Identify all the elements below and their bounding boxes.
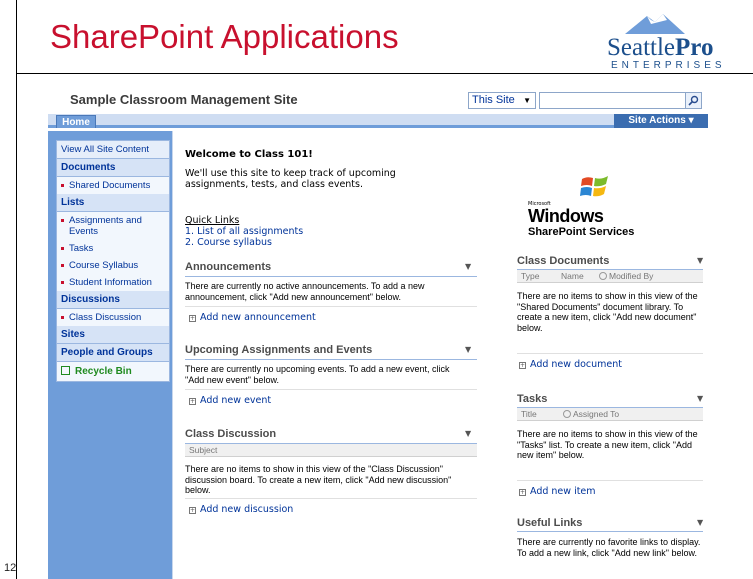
add-icon: + — [189, 315, 196, 322]
main-content: Welcome to Class 101! We'll use this sit… — [172, 131, 708, 579]
search-scope-select[interactable]: This Site ▼ — [468, 92, 536, 109]
ql-item-assignments-events[interactable]: Assignments and Events — [57, 212, 169, 240]
ql-item-course-syllabus[interactable]: Course Syllabus — [57, 257, 169, 274]
ql-heading-people-groups[interactable]: People and Groups — [57, 344, 169, 362]
tasks-title[interactable]: Tasks — [517, 393, 547, 405]
ql-item-student-information[interactable]: Student Information — [57, 274, 169, 291]
add-icon: + — [519, 362, 526, 369]
events-title[interactable]: Upcoming Assignments and Events — [185, 344, 372, 356]
events-menu-icon[interactable]: ▼ — [465, 345, 471, 354]
class-discussion-title[interactable]: Class Discussion — [185, 428, 276, 440]
announcements-separator — [185, 306, 477, 307]
view-all-site-content-link[interactable]: View All Site Content — [57, 141, 169, 159]
add-icon: + — [519, 489, 526, 496]
ql-heading-sites[interactable]: Sites — [57, 326, 169, 344]
logo-wordmark: SeattlePro — [607, 34, 714, 61]
ql-heading-discussions[interactable]: Discussions — [57, 291, 169, 309]
welcome-title: Welcome to Class 101! — [185, 149, 313, 160]
add-new-document-link[interactable]: + Add new document — [519, 359, 622, 370]
class-documents-text: There are no items to show in this view … — [517, 291, 698, 333]
recycle-bin-icon — [61, 366, 70, 375]
add-new-discussion-link[interactable]: + Add new discussion — [189, 504, 293, 515]
class-documents-menu-icon[interactable]: ▼ — [697, 256, 703, 265]
column-header-type[interactable]: Type — [521, 270, 539, 283]
class-discussion-separator — [185, 498, 477, 499]
link-course-syllabus[interactable]: 2. Course syllabus — [185, 237, 272, 248]
ql-heading-documents[interactable]: Documents — [57, 159, 169, 177]
site-title[interactable]: Sample Classroom Management Site — [70, 92, 298, 107]
sharepoint-screenshot: Sample Classroom Management Site This Si… — [48, 88, 708, 579]
add-icon: + — [189, 398, 196, 405]
tasks-text: There are no items to show in this view … — [517, 429, 698, 460]
tasks-menu-icon[interactable]: ▼ — [697, 394, 703, 403]
class-discussion-text: There are no items to show in this view … — [185, 464, 452, 495]
modified-by-header[interactable]: Modified By — [599, 270, 653, 283]
left-column: View All Site Content Documents Shared D… — [48, 131, 172, 579]
class-discussion-menu-icon[interactable]: ▼ — [465, 429, 471, 438]
search-button[interactable] — [685, 92, 702, 109]
windows-flag-icon — [580, 176, 608, 197]
recycle-bin-link[interactable]: Recycle Bin — [57, 362, 169, 381]
tasks-separator — [517, 480, 703, 481]
column-header-name[interactable]: Name — [561, 270, 584, 283]
quick-launch: View All Site Content Documents Shared D… — [56, 140, 170, 382]
link-list-of-assignments[interactable]: 1. List of all assignments — [185, 226, 303, 237]
class-documents-separator — [517, 353, 703, 354]
announcements-menu-icon[interactable]: ▼ — [465, 262, 471, 271]
events-text: There are currently no upcoming events. … — [185, 364, 450, 385]
logo-subtitle: ENTERPRISES — [611, 60, 726, 71]
useful-links-text: There are currently no favorite links to… — [517, 537, 701, 558]
windows-sharepoint-services-logo: Microsoft Windows SharePoint Services — [523, 171, 653, 251]
column-type-circle-icon — [563, 410, 571, 418]
tab-home[interactable]: Home — [56, 115, 96, 128]
windows-label: Windows — [528, 206, 604, 226]
dropdown-arrow-icon: ▼ — [523, 96, 531, 105]
search-icon — [688, 95, 699, 106]
ql-heading-lists[interactable]: Lists — [57, 194, 169, 212]
useful-links-title[interactable]: Useful Links — [517, 517, 582, 529]
class-documents-title[interactable]: Class Documents — [517, 255, 609, 267]
slide-header: SharePoint Applications SeattlePro ENTER… — [17, 0, 753, 74]
column-header-subject[interactable]: Subject — [185, 444, 477, 457]
sharepoint-services-label: SharePoint Services — [528, 226, 635, 238]
ql-item-class-discussion[interactable]: Class Discussion — [57, 309, 169, 326]
column-type-circle-icon — [599, 272, 607, 280]
announcements-divider — [185, 276, 477, 277]
useful-links-menu-icon[interactable]: ▼ — [697, 518, 703, 527]
mountain-logo-icon — [625, 14, 685, 34]
useful-links-divider — [517, 531, 703, 532]
events-divider — [185, 359, 477, 360]
assigned-to-header[interactable]: Assigned To — [563, 408, 619, 421]
add-new-event-link[interactable]: + Add new event — [189, 395, 271, 406]
column-header-title[interactable]: Title — [521, 408, 537, 421]
search-input[interactable] — [539, 92, 686, 109]
ql-item-tasks[interactable]: Tasks — [57, 240, 169, 257]
seattlepro-logo: SeattlePro ENTERPRISES — [607, 12, 753, 72]
announcements-title[interactable]: Announcements — [185, 261, 271, 273]
top-navigation: Home Site Actions ▾ — [48, 114, 708, 128]
announcements-text: There are currently no active announceme… — [185, 281, 425, 302]
add-new-item-link[interactable]: + Add new item — [519, 486, 596, 497]
welcome-text: We'll use this site to keep track of upc… — [185, 168, 396, 190]
slide-number: 12 — [4, 562, 17, 574]
add-new-announcement-link[interactable]: + Add new announcement — [189, 312, 316, 323]
quick-links-heading: Quick Links — [185, 215, 240, 226]
events-separator — [185, 389, 477, 390]
tasks-column-headers: Title Assigned To — [517, 408, 703, 421]
class-documents-column-headers: Type Name Modified By — [517, 270, 703, 283]
ql-item-shared-documents[interactable]: Shared Documents — [57, 177, 169, 194]
add-icon: + — [189, 507, 196, 514]
right-column: Microsoft Windows SharePoint Services Cl… — [511, 131, 709, 579]
slide-title: SharePoint Applications — [50, 18, 399, 55]
site-actions-menu[interactable]: Site Actions ▾ — [614, 114, 708, 128]
